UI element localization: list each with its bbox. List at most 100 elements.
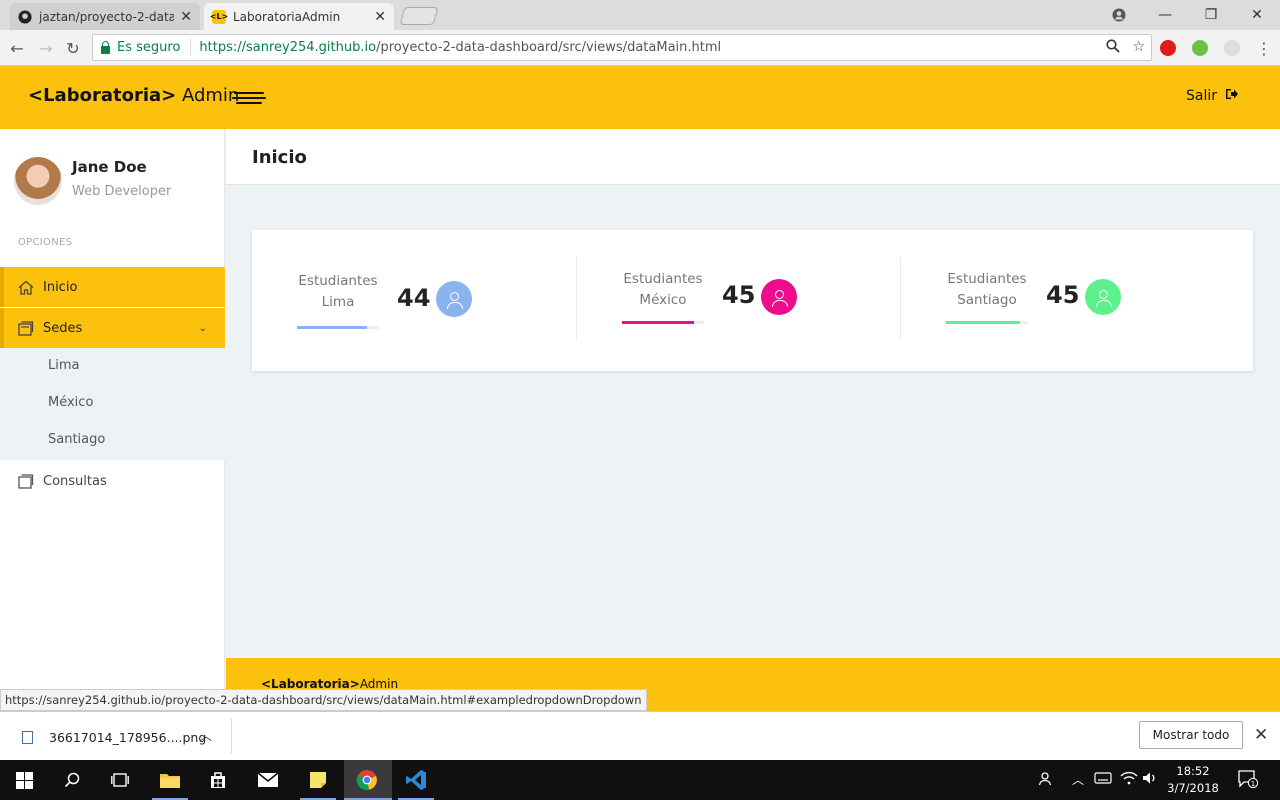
stat-label-line1: Estudiantes — [298, 273, 378, 289]
stat-label-line2: Santiago — [957, 292, 1017, 308]
vscode-icon[interactable] — [404, 768, 428, 792]
stat-progress-bar — [622, 321, 704, 324]
stat-divider — [576, 257, 577, 341]
stat-value: 45 — [1046, 281, 1080, 309]
stat-progress-fill — [297, 326, 367, 329]
show-all-button[interactable]: Mostrar todo — [1139, 721, 1243, 749]
browser-tab-bar: jaztan/proyecto-2-data-d ✕ <L> Laborator… — [0, 0, 1280, 30]
user-icon — [436, 281, 472, 317]
stat-label: Estudiantes Santiago — [946, 269, 1028, 311]
close-tab-icon[interactable]: ✕ — [180, 9, 192, 25]
secure-label: Es seguro — [117, 40, 181, 55]
app-header: <Laboratoria> Admin Salir — [0, 66, 1280, 129]
chevron-up-icon[interactable]: ︿ — [1072, 771, 1084, 788]
sidebar-item-consultas[interactable]: Consultas — [0, 461, 225, 501]
system-clock[interactable]: 18:52 3/7/2018 — [1160, 763, 1226, 797]
chrome-icon[interactable] — [355, 768, 379, 792]
stat-divider — [900, 257, 901, 341]
stat-lima: Estudiantes Lima 44 — [297, 256, 597, 340]
sidebar-item-label: Sedes — [43, 320, 83, 336]
stat-label-line2: Lima — [321, 294, 355, 310]
url-text[interactable]: https://sanrey254.github.io/proyecto-2-d… — [191, 40, 721, 55]
menu-kebab-icon[interactable]: ⋮ — [1253, 37, 1275, 59]
submenu-item-santiago[interactable]: Santiago — [48, 432, 105, 447]
notification-count: 1 — [1251, 780, 1255, 788]
submenu-item-mexico[interactable]: México — [48, 395, 93, 410]
back-icon[interactable]: ← — [6, 37, 28, 59]
secure-indicator[interactable]: Es seguro — [93, 39, 192, 56]
download-item[interactable]: 36617014_178956....png — [22, 730, 206, 745]
tab-github[interactable]: jaztan/proyecto-2-data-d ✕ — [10, 3, 200, 30]
opera-extension-icon[interactable] — [1160, 40, 1176, 56]
menu-toggle-icon[interactable] — [232, 90, 266, 106]
logout-button[interactable]: Salir — [1186, 88, 1238, 104]
minimize-icon[interactable]: — — [1142, 0, 1188, 30]
search-icon[interactable] — [60, 768, 84, 792]
forward-icon[interactable]: → — [35, 37, 57, 59]
people-icon[interactable] — [1036, 771, 1052, 790]
windows-taskbar: ︿ 18:52 3/7/2018 1 — [0, 760, 1280, 800]
user-icon — [761, 279, 797, 315]
keyboard-layout-icon[interactable] — [1094, 771, 1112, 788]
clock-time: 18:52 — [1176, 764, 1210, 778]
page-header: Inicio — [226, 129, 1280, 185]
store-icon[interactable] — [206, 768, 230, 792]
mail-icon[interactable] — [256, 768, 280, 792]
sidebar: Jane Doe Web Developer OPCIONES Inicio S… — [0, 129, 225, 711]
stat-value: 44 — [397, 284, 431, 312]
notifications-icon[interactable]: 1 — [1238, 770, 1259, 791]
tab-laboratoria[interactable]: <L> LaboratoriaAdmin ✕ — [204, 3, 394, 30]
wifi-icon[interactable] — [1120, 771, 1138, 788]
tab-title: jaztan/proyecto-2-data-d — [39, 9, 175, 24]
download-shelf: 36617014_178956....png ︿ Mostrar todo ✕ — [0, 711, 1280, 760]
home-icon — [18, 280, 34, 295]
sidebar-item-label: Consultas — [43, 473, 107, 489]
app-viewport: <Laboratoria> Admin Salir Jane Doe Web D… — [0, 66, 1280, 711]
sticky-notes-icon[interactable] — [306, 768, 330, 792]
extension-icon[interactable] — [1192, 40, 1208, 56]
windows-start-icon[interactable] — [12, 768, 36, 792]
sidebar-item-sedes[interactable]: Sedes ⌄ — [0, 308, 225, 348]
stat-label-line1: Estudiantes — [947, 271, 1027, 287]
new-tab-button[interactable] — [399, 7, 439, 25]
avatar — [14, 157, 62, 205]
submenu-item-lima[interactable]: Lima — [48, 358, 79, 373]
file-explorer-icon[interactable] — [158, 768, 182, 792]
zoom-search-icon[interactable] — [1106, 39, 1121, 57]
stat-label-line1: Estudiantes — [623, 271, 703, 287]
address-toolbar: ← → ↻ Es seguro https://sanrey254.github… — [0, 30, 1280, 66]
brand-logo[interactable]: <Laboratoria> Admin — [28, 85, 239, 106]
divider — [231, 718, 232, 754]
building-icon — [18, 320, 34, 336]
stat-progress-bar — [297, 326, 379, 329]
volume-icon[interactable] — [1142, 771, 1158, 788]
stat-santiago: Estudiantes Santiago 45 — [946, 256, 1246, 340]
reload-icon[interactable]: ↻ — [62, 37, 84, 59]
extension-icon[interactable] — [1224, 40, 1240, 56]
close-tab-icon[interactable]: ✕ — [374, 9, 386, 25]
sedes-submenu: Lima México Santiago — [0, 348, 225, 460]
github-icon — [18, 9, 32, 24]
stat-progress-bar — [946, 321, 1028, 324]
sidebar-heading: OPCIONES — [18, 237, 73, 248]
profile-icon[interactable] — [1096, 0, 1142, 30]
stat-progress-fill — [622, 321, 695, 324]
chevron-up-icon[interactable]: ︿ — [200, 727, 212, 744]
close-window-icon[interactable]: ✕ — [1234, 0, 1280, 30]
image-file-icon — [22, 731, 33, 744]
stat-value: 45 — [722, 281, 756, 309]
chevron-down-icon: ⌄ — [198, 322, 207, 334]
restore-icon[interactable]: ❐ — [1188, 0, 1234, 30]
task-view-icon[interactable] — [108, 768, 132, 792]
sign-out-icon — [1225, 88, 1238, 104]
lock-icon — [101, 40, 110, 54]
stat-label-line2: México — [639, 292, 687, 308]
stat-mexico: Estudiantes México 45 — [622, 256, 922, 340]
bookmark-star-icon[interactable]: ☆ — [1132, 39, 1145, 57]
close-icon[interactable]: ✕ — [1254, 725, 1268, 745]
sidebar-item-label: Inicio — [43, 279, 78, 295]
sidebar-item-inicio[interactable]: Inicio — [0, 267, 225, 307]
clipboard-icon — [18, 473, 34, 489]
omnibox[interactable]: Es seguro https://sanrey254.github.io/pr… — [92, 34, 1152, 61]
clock-date: 3/7/2018 — [1167, 781, 1219, 795]
